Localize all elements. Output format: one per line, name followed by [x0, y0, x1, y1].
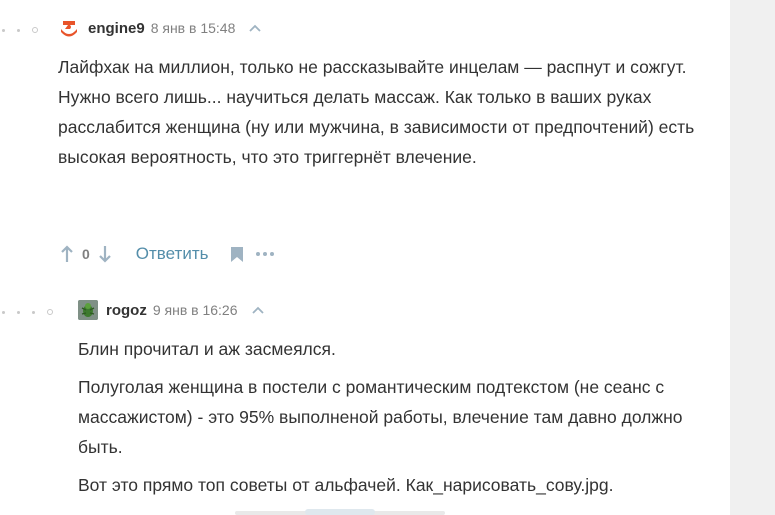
username[interactable]: engine9	[88, 20, 145, 37]
right-sidebar	[730, 0, 775, 515]
more-options-icon[interactable]	[256, 252, 275, 256]
chevron-up-icon[interactable]	[250, 302, 266, 318]
comment-header: rogoz 9 янв в 16:26	[78, 299, 266, 321]
comment-body: Блин прочитал и аж засмеялся. Полуголая …	[78, 334, 718, 500]
comment-body: Лайфхак на миллион, только не рассказыва…	[58, 52, 718, 172]
comment-header: engine9 8 янв в 15:48	[58, 17, 263, 39]
scroll-indicator	[305, 509, 375, 515]
vote-up-icon[interactable]	[60, 245, 74, 263]
username[interactable]: rogoz	[106, 302, 147, 319]
comment-date[interactable]: 9 янв в 16:26	[153, 302, 238, 318]
chevron-up-icon[interactable]	[247, 20, 263, 36]
thread-indent-dots	[2, 309, 53, 315]
vote-count: 0	[82, 246, 90, 262]
comment-date[interactable]: 8 янв в 15:48	[151, 20, 236, 36]
avatar[interactable]	[58, 17, 80, 39]
comment-paragraph: Лайфхак на миллион, только не рассказыва…	[58, 57, 695, 167]
thread-indent-dots	[2, 27, 38, 33]
reply-button[interactable]: Ответить	[136, 244, 209, 264]
avatar[interactable]	[78, 300, 98, 320]
comment-paragraph: Блин прочитал и аж засмеялся.	[78, 339, 336, 359]
vote-down-icon[interactable]	[98, 245, 112, 263]
comment-paragraph: Полуголая женщина в постели с романтичес…	[78, 377, 683, 457]
comment-actions: 0 Ответить	[60, 242, 275, 266]
comment-paragraph: Вот это прямо топ советы от альфачей. Ка…	[78, 475, 614, 495]
bookmark-icon[interactable]	[230, 246, 244, 263]
